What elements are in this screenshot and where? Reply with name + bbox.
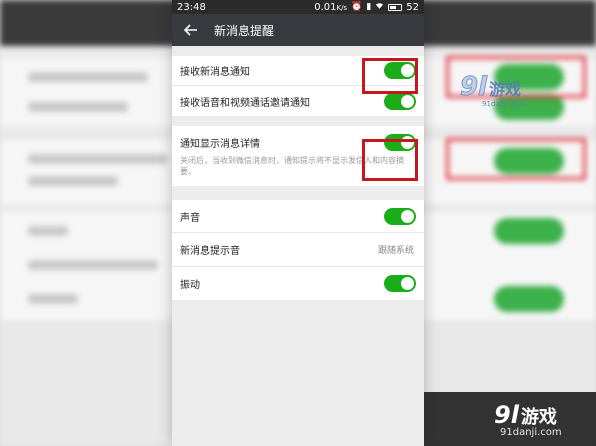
alarm-icon: ⏰: [351, 2, 363, 12]
setting-label: 声音: [180, 212, 200, 224]
watermark-url: 91danji.com: [482, 100, 526, 108]
ringtone-value: 跟随系统: [377, 246, 414, 256]
watermark-url: 91danji.com: [500, 426, 562, 438]
network-speed: 0.01K/s: [314, 1, 348, 13]
setting-label: 振动: [180, 280, 200, 291]
wifi-icon: [375, 2, 384, 13]
toggle-knob: [401, 277, 414, 290]
setting-label: 通知显示消息详情: [180, 139, 260, 150]
settings-group-alerts: 声音 新消息提示音 跟随系统 振动: [172, 200, 424, 300]
status-time: 23:48: [177, 1, 206, 13]
setting-row-vibrate[interactable]: 振动: [172, 267, 424, 300]
highlight-box-receive-new-message: [362, 58, 418, 94]
setting-label: 新消息提示音: [180, 246, 240, 257]
watermark-logo: 9l 游戏: [494, 400, 557, 429]
battery-icon: [388, 3, 403, 11]
status-bar: 23:48 0.01K/s ⏰ ▮ 52: [172, 0, 424, 14]
setting-label: 接收新消息通知: [180, 67, 250, 78]
phone-screen: 23:48 0.01K/s ⏰ ▮ 52 新消息提醒 接收新消息通知 接收语音和…: [172, 0, 424, 446]
highlight-box-show-message-details: [362, 139, 418, 181]
setting-label: 接收语音和视频通话邀请通知: [180, 97, 310, 109]
setting-row-sound[interactable]: 声音: [172, 200, 424, 233]
signal-icon: ▮: [366, 2, 372, 12]
back-arrow-icon[interactable]: [182, 21, 200, 39]
vibrate-toggle[interactable]: [384, 275, 416, 292]
sound-toggle[interactable]: [384, 207, 416, 225]
watermark-top: 9l 游戏 91danji.com: [459, 72, 526, 109]
toggle-knob: [401, 209, 414, 223]
status-indicators: 0.01K/s ⏰ ▮ 52: [314, 2, 419, 13]
watermark-logo: 9l 游戏: [459, 72, 522, 103]
battery-level: 52: [406, 1, 419, 13]
title-bar: 新消息提醒: [172, 14, 424, 46]
page-title: 新消息提醒: [214, 23, 275, 38]
toggle-knob: [401, 94, 414, 108]
setting-row-ringtone[interactable]: 新消息提示音 跟随系统: [172, 233, 424, 267]
watermark-bottom: 9l 游戏 91danji.com: [424, 392, 596, 446]
receive-call-invites-toggle[interactable]: [384, 92, 416, 110]
